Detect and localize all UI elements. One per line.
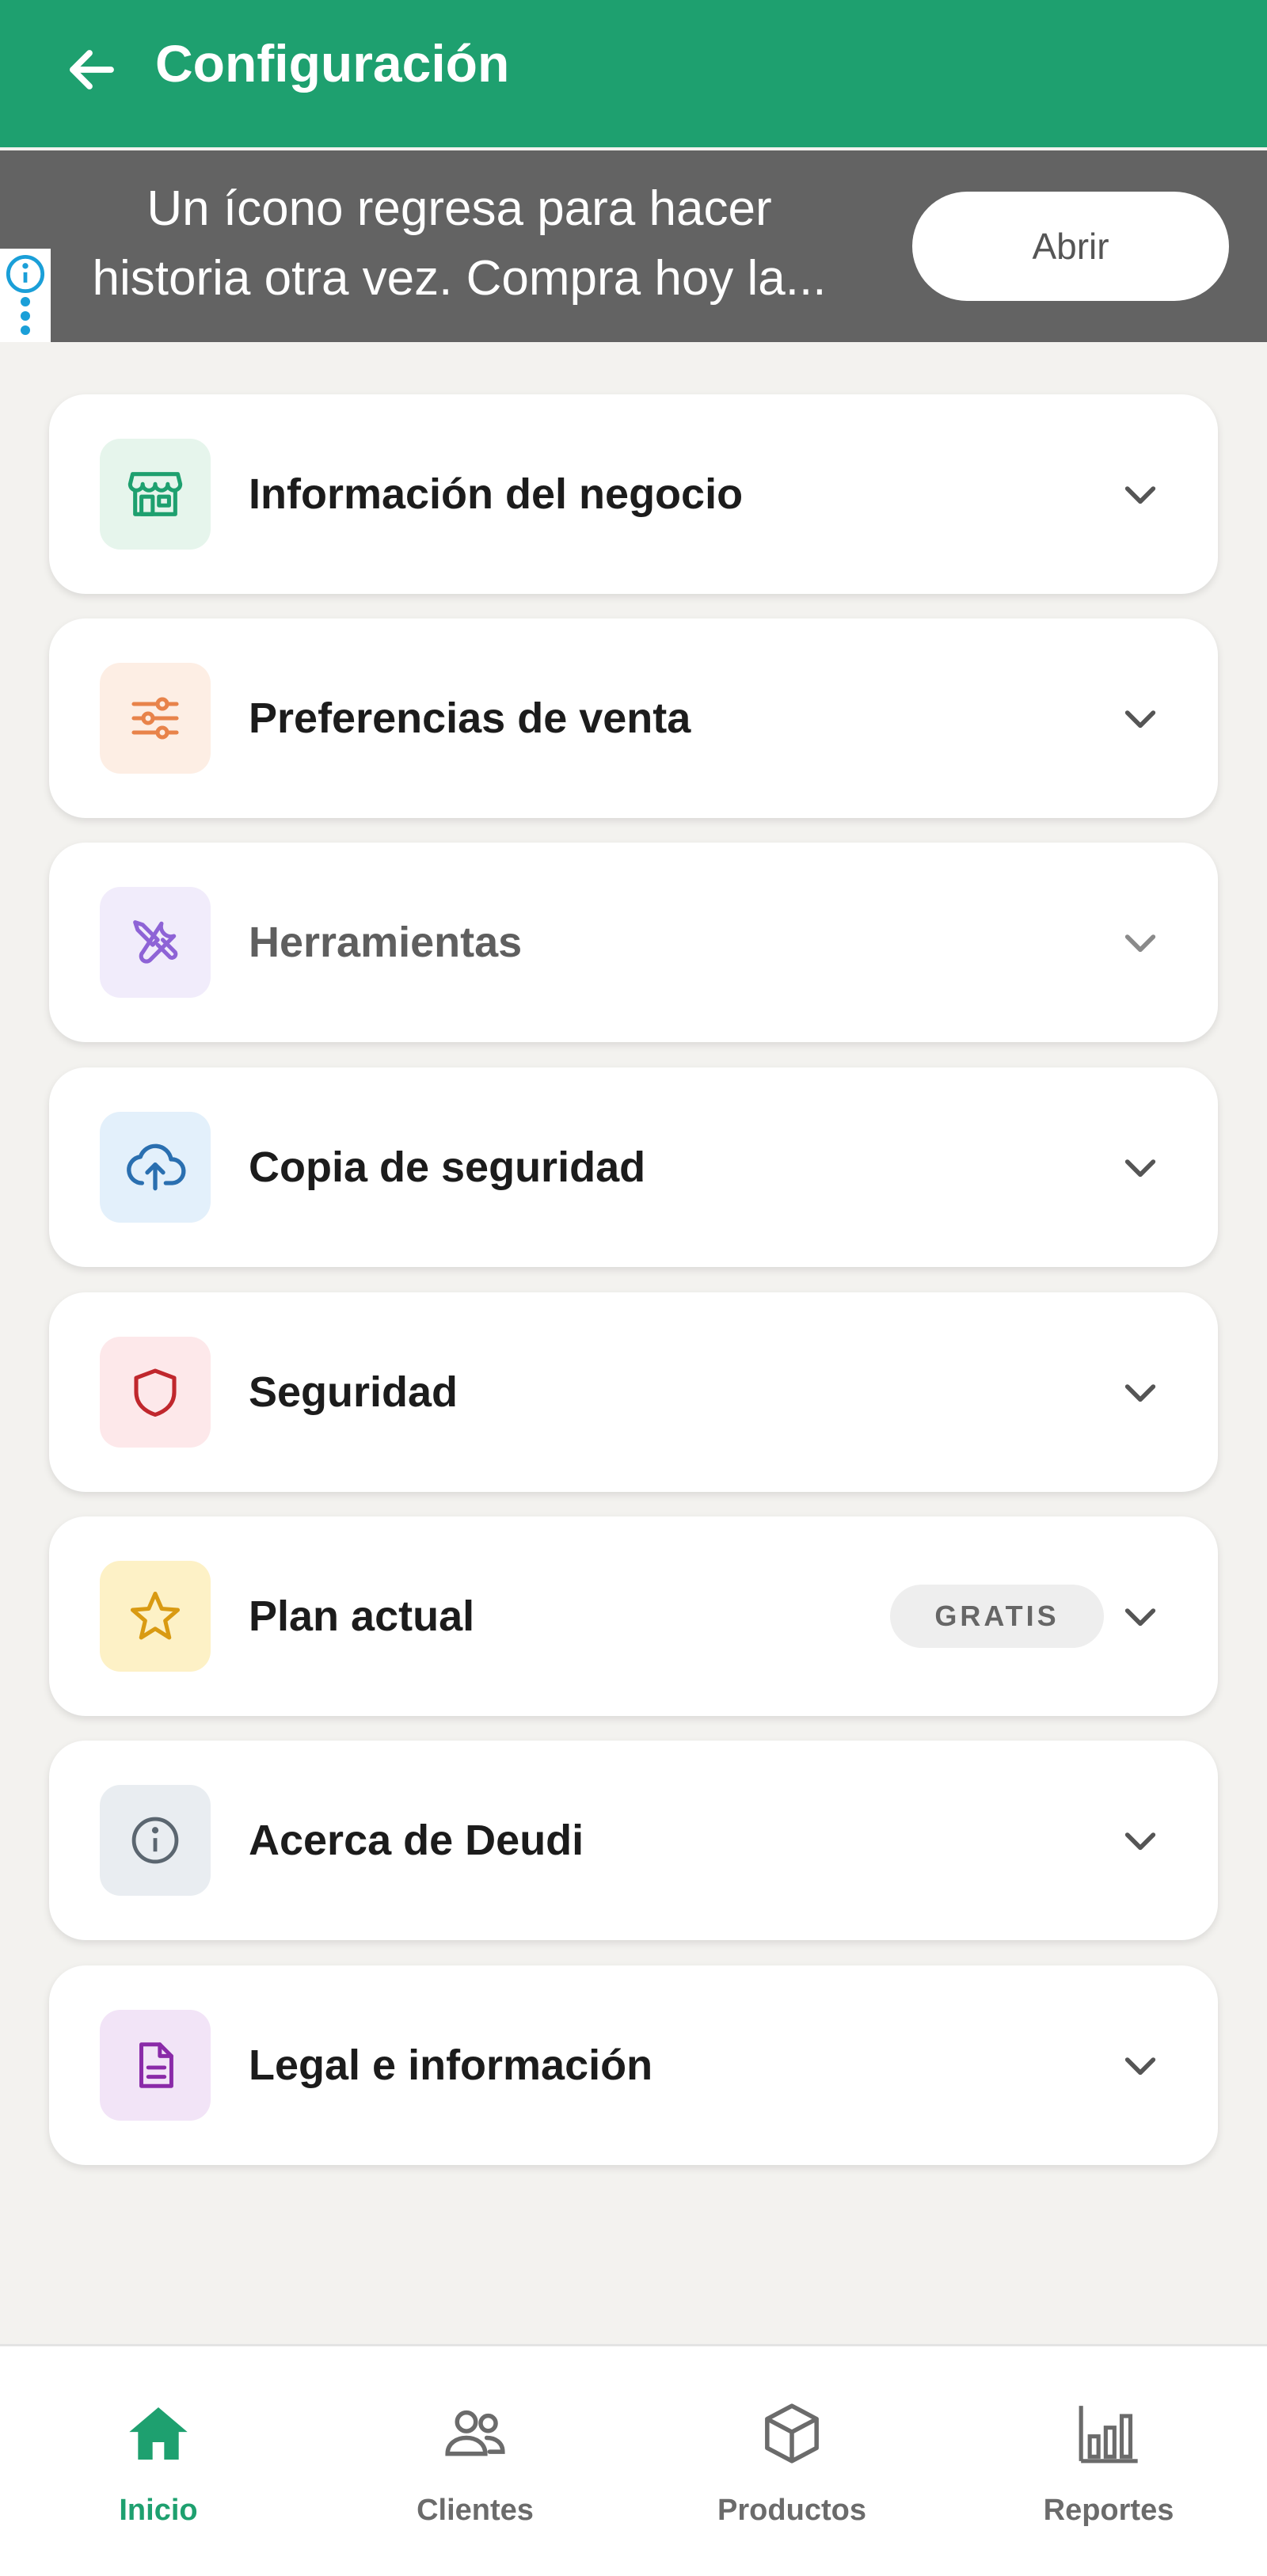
document-icon bbox=[139, 2042, 173, 2088]
settings-item-icon bbox=[100, 1785, 211, 1896]
settings-item-icon bbox=[100, 1561, 211, 1672]
info-icon bbox=[6, 254, 45, 294]
nav-item-reportes[interactable]: Reportes bbox=[950, 2346, 1267, 2576]
nav-item-productos[interactable]: Productos bbox=[634, 2346, 950, 2576]
nav-item-label: Inicio bbox=[119, 2494, 198, 2527]
users-icon bbox=[436, 2394, 515, 2473]
settings-item-label: Información del negocio bbox=[249, 470, 744, 518]
ad-text: Un ícono regresa para hacer historia otr… bbox=[63, 174, 855, 314]
nav-item-clientes[interactable]: Clientes bbox=[317, 2346, 634, 2576]
settings-item-label: Acerca de Deudi bbox=[249, 1817, 584, 1864]
info-icon bbox=[131, 1817, 179, 1864]
settings-item-sale-preferences[interactable]: Preferencias de venta bbox=[49, 618, 1218, 818]
chevron-down-icon[interactable] bbox=[1109, 1809, 1172, 1872]
cloud-upload-icon bbox=[127, 1143, 186, 1191]
settings-item-business-info[interactable]: Información del negocio bbox=[49, 394, 1218, 594]
settings-item-legal[interactable]: Legal e información bbox=[49, 1965, 1218, 2165]
settings-item-backup[interactable]: Copia de seguridad bbox=[49, 1067, 1218, 1267]
back-button[interactable] bbox=[52, 30, 131, 109]
sliders-icon bbox=[131, 697, 179, 740]
home-icon bbox=[119, 2394, 198, 2473]
page-title: Configuración bbox=[155, 34, 510, 93]
settings-item-tools[interactable]: Herramientas bbox=[49, 843, 1218, 1042]
plan-badge: GRATIS bbox=[890, 1585, 1104, 1648]
app-bar: Configuración bbox=[0, 0, 1267, 147]
tools-icon bbox=[133, 920, 178, 964]
arrow-left-icon bbox=[70, 50, 114, 89]
box-icon bbox=[752, 2394, 831, 2473]
shield-icon bbox=[134, 1368, 177, 1417]
settings-item-icon bbox=[100, 1337, 211, 1448]
settings-item-label: Plan actual bbox=[249, 1592, 475, 1640]
nav-item-label: Productos bbox=[717, 2494, 866, 2527]
bottom-navigation: Inicio Clientes Productos Reportes bbox=[0, 2344, 1267, 2576]
settings-item-label: Legal e información bbox=[249, 2041, 653, 2089]
chevron-down-icon[interactable] bbox=[1109, 1360, 1172, 1424]
store-icon bbox=[127, 472, 183, 516]
nav-item-label: Reportes bbox=[1043, 2494, 1174, 2527]
ad-text-line1: Un ícono regresa para hacer bbox=[146, 181, 772, 236]
settings-item-label: Herramientas bbox=[249, 919, 523, 966]
bar-chart-icon bbox=[1069, 2394, 1148, 2473]
settings-item-label: Seguridad bbox=[249, 1368, 458, 1416]
ad-choices[interactable] bbox=[0, 249, 51, 342]
ad-open-button[interactable]: Abrir bbox=[912, 192, 1229, 301]
chevron-down-icon[interactable] bbox=[1109, 462, 1172, 526]
ad-banner[interactable]: Un ícono regresa para hacer historia otr… bbox=[0, 150, 1267, 342]
settings-item-icon bbox=[100, 1112, 211, 1223]
chevron-down-icon[interactable] bbox=[1109, 1136, 1172, 1199]
settings-item-label: Preferencias de venta bbox=[249, 694, 691, 742]
more-vertical-icon bbox=[21, 297, 30, 335]
settings-item-icon bbox=[100, 439, 211, 550]
settings-item-icon bbox=[100, 887, 211, 998]
settings-item-security[interactable]: Seguridad bbox=[49, 1292, 1218, 1492]
nav-item-inicio[interactable]: Inicio bbox=[0, 2346, 317, 2576]
nav-item-label: Clientes bbox=[417, 2494, 534, 2527]
settings-item-about[interactable]: Acerca de Deudi bbox=[49, 1741, 1218, 1940]
settings-item-icon bbox=[100, 2010, 211, 2121]
chevron-down-icon[interactable] bbox=[1109, 1585, 1172, 1648]
settings-item-current-plan[interactable]: Plan actual GRATIS bbox=[49, 1516, 1218, 1716]
chevron-down-icon[interactable] bbox=[1109, 687, 1172, 750]
star-icon bbox=[130, 1591, 181, 1640]
chevron-down-icon[interactable] bbox=[1109, 911, 1172, 974]
ad-text-line2: historia otra vez. Compra hoy la... bbox=[92, 251, 827, 306]
chevron-down-icon[interactable] bbox=[1109, 2034, 1172, 2097]
settings-item-icon bbox=[100, 663, 211, 774]
settings-item-label: Copia de seguridad bbox=[249, 1143, 646, 1191]
